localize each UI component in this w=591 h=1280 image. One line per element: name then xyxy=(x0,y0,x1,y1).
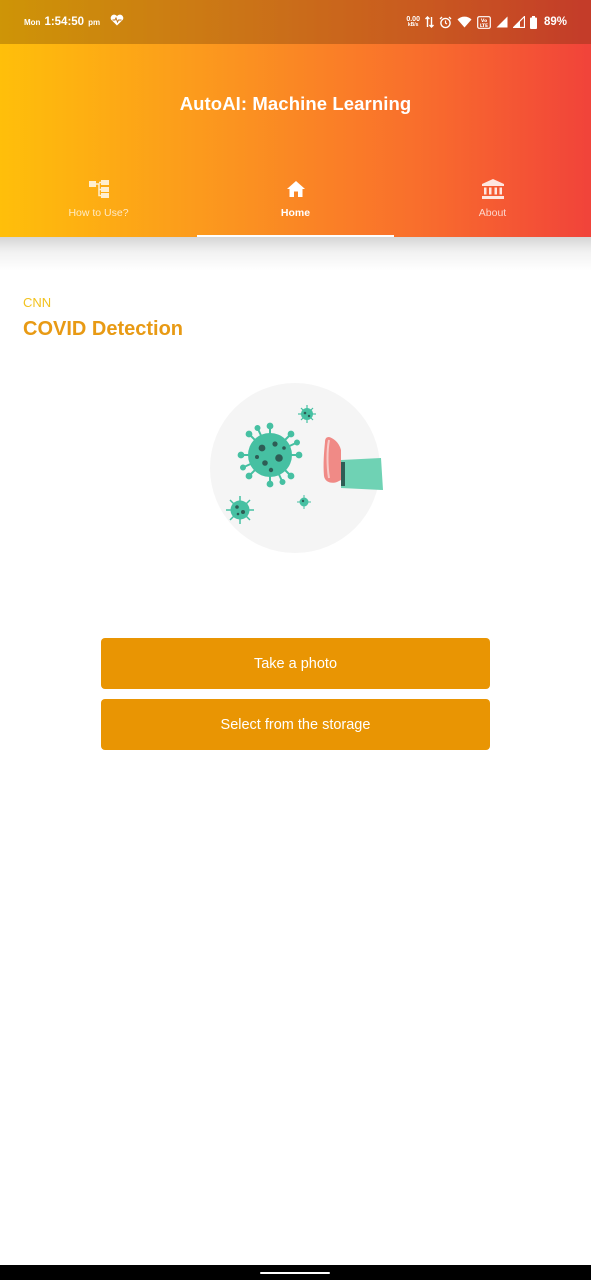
status-day: Mon xyxy=(24,17,41,27)
battery-icon xyxy=(529,15,537,29)
home-gesture-handle[interactable] xyxy=(260,1272,330,1274)
header-shadow xyxy=(0,237,591,271)
virus-stop-hand-illustration xyxy=(205,380,385,560)
svg-text:LTE: LTE xyxy=(480,22,488,28)
tab-label: How to Use? xyxy=(68,207,129,219)
status-icons: 0.00 kB/s Vo LTE 89% xyxy=(406,13,567,31)
tab-bar: How to Use? Home About xyxy=(0,170,591,237)
tab-about[interactable]: About xyxy=(394,170,591,237)
alarm-icon xyxy=(439,16,452,29)
status-time: 1:54:50 xyxy=(44,16,85,28)
bank-icon xyxy=(481,179,504,199)
system-nav-bar xyxy=(0,1265,591,1280)
status-clock: Mon 1:54:50 pm xyxy=(24,14,124,30)
status-bar: Mon 1:54:50 pm 0.00 kB/s Vo LTE 89% xyxy=(0,0,591,44)
home-icon xyxy=(286,179,305,199)
hierarchy-icon xyxy=(88,179,109,199)
page-title: COVID Detection xyxy=(23,318,184,340)
tab-label: Home xyxy=(280,207,311,219)
take-photo-button[interactable]: Take a photo xyxy=(101,638,490,689)
battery-percent: 89% xyxy=(543,16,567,28)
signal-2-icon xyxy=(512,16,525,28)
select-from-storage-button[interactable]: Select from the storage xyxy=(101,699,490,750)
volte-icon: Vo LTE xyxy=(477,15,491,29)
app-header: Mon 1:54:50 pm 0.00 kB/s Vo LTE 89% Auto… xyxy=(0,0,591,237)
tab-how-to-use[interactable]: How to Use? xyxy=(0,170,197,237)
wifi-icon xyxy=(457,16,472,28)
model-category: CNN xyxy=(23,295,52,310)
data-arrows-icon xyxy=(424,16,434,28)
app-title: AutoAI: Machine Learning xyxy=(179,93,412,114)
tab-label: About xyxy=(478,207,507,219)
tab-home[interactable]: Home xyxy=(197,170,394,237)
signal-icon xyxy=(496,16,508,28)
status-ampm: pm xyxy=(88,17,101,27)
heart-monitor-icon xyxy=(110,13,124,31)
net-speed: 0.00 kB/s xyxy=(406,16,420,28)
